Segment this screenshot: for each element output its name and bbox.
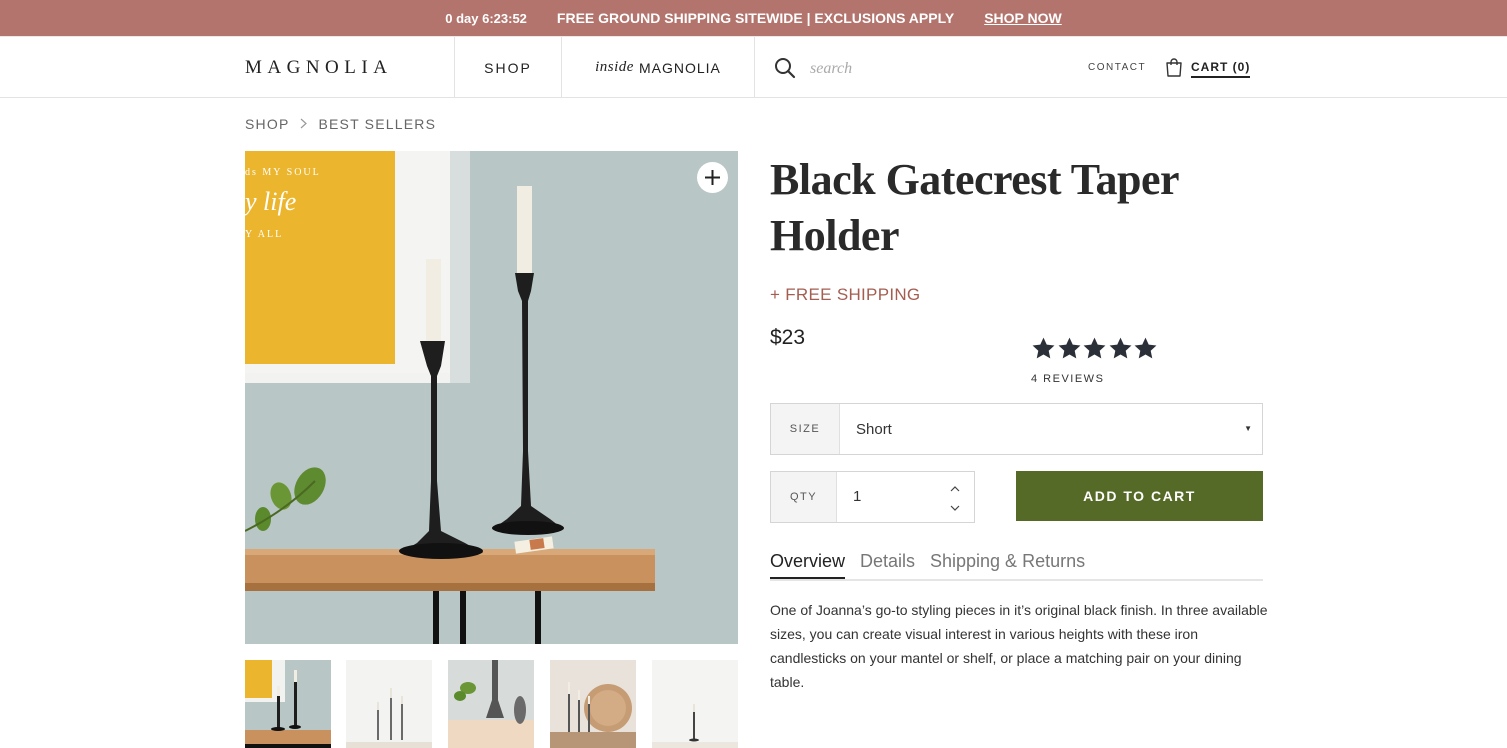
star-rating[interactable] bbox=[1031, 336, 1159, 361]
thumbnail-1[interactable] bbox=[245, 660, 331, 748]
product-tabs: Overview Details Shipping & Returns bbox=[770, 549, 1263, 581]
free-shipping-label: + FREE SHIPPING bbox=[770, 285, 921, 304]
nav-inside-prefix: inside bbox=[595, 59, 634, 75]
star-icon bbox=[1083, 337, 1106, 359]
magnolia-logo[interactable]: MAGNOLIA bbox=[245, 57, 392, 79]
star-icon bbox=[1032, 337, 1055, 359]
product-description: One of Joanna’s go-to styling pieces in … bbox=[770, 602, 1268, 690]
breadcrumb-shop[interactable]: SHOP bbox=[245, 116, 289, 132]
size-label: SIZE bbox=[771, 404, 840, 454]
thumbnail-5[interactable] bbox=[652, 660, 738, 748]
star-icon bbox=[1109, 337, 1131, 359]
active-tab-indicator bbox=[770, 577, 845, 579]
thumbnail-3[interactable] bbox=[448, 660, 534, 748]
breadcrumb: SHOP BEST SELLERS bbox=[245, 116, 436, 132]
tab-details[interactable]: Details bbox=[860, 551, 915, 572]
promo-banner: 0 day 6:23:52 FREE GROUND SHIPPING SITEW… bbox=[0, 0, 1507, 36]
tab-overview[interactable]: Overview bbox=[770, 551, 845, 572]
nav-inside-brand: MAGNOLIA bbox=[638, 59, 721, 76]
search-icon[interactable] bbox=[774, 57, 796, 79]
thumbnail-4[interactable] bbox=[550, 660, 636, 748]
shop-now-link[interactable]: SHOP NOW bbox=[984, 10, 1062, 26]
site-header: MAGNOLIA SHOP inside MAGNOLIA CONTACT CA… bbox=[0, 36, 1507, 98]
size-selected-value: Short bbox=[856, 421, 892, 438]
thumbnail-strip bbox=[245, 660, 738, 748]
cart-link[interactable]: CART (0) bbox=[1191, 60, 1251, 78]
divider bbox=[754, 37, 755, 98]
search-input[interactable] bbox=[810, 57, 1030, 81]
contact-link[interactable]: CONTACT bbox=[1088, 62, 1146, 73]
product-price: $23 bbox=[770, 326, 806, 349]
qty-label: QTY bbox=[771, 472, 837, 522]
poster-text-line2: y life bbox=[245, 187, 297, 216]
poster-text-line1: ds MY SOUL bbox=[245, 167, 321, 178]
nav-shop[interactable]: SHOP bbox=[455, 37, 561, 98]
zoom-button[interactable] bbox=[697, 162, 728, 193]
star-icon bbox=[1134, 337, 1157, 359]
caret-down-icon: ▼ bbox=[1244, 424, 1252, 433]
chevron-up-icon[interactable] bbox=[949, 484, 961, 494]
poster-text-line3: Y ALL bbox=[245, 229, 284, 240]
breadcrumb-best-sellers[interactable]: BEST SELLERS bbox=[318, 116, 436, 132]
reviews-link[interactable]: 4 REVIEWS bbox=[1031, 373, 1104, 385]
nav-inside-magnolia[interactable]: inside MAGNOLIA bbox=[562, 37, 754, 98]
quantity-stepper[interactable]: QTY 1 bbox=[770, 471, 975, 523]
shopping-bag-icon[interactable] bbox=[1165, 58, 1183, 77]
thumbnail-2[interactable] bbox=[346, 660, 432, 748]
add-to-cart-button[interactable]: ADD TO CART bbox=[1016, 471, 1263, 521]
chevron-right-icon bbox=[300, 117, 308, 132]
plus-icon bbox=[705, 170, 720, 185]
promo-message: FREE GROUND SHIPPING SITEWIDE | EXCLUSIO… bbox=[556, 10, 955, 26]
countdown-timer: 0 day 6:23:52 bbox=[445, 10, 527, 26]
quantity-input[interactable]: 1 bbox=[853, 488, 913, 505]
size-select[interactable]: SIZE Short ▼ bbox=[770, 403, 1263, 455]
product-main-image[interactable]: ds MY SOUL y life Y ALL bbox=[245, 151, 738, 644]
chevron-down-icon[interactable] bbox=[949, 503, 961, 513]
tab-shipping-returns[interactable]: Shipping & Returns bbox=[930, 551, 1085, 572]
star-icon bbox=[1058, 337, 1080, 359]
product-title: Black Gatecrest Taper Holder bbox=[770, 155, 1179, 260]
